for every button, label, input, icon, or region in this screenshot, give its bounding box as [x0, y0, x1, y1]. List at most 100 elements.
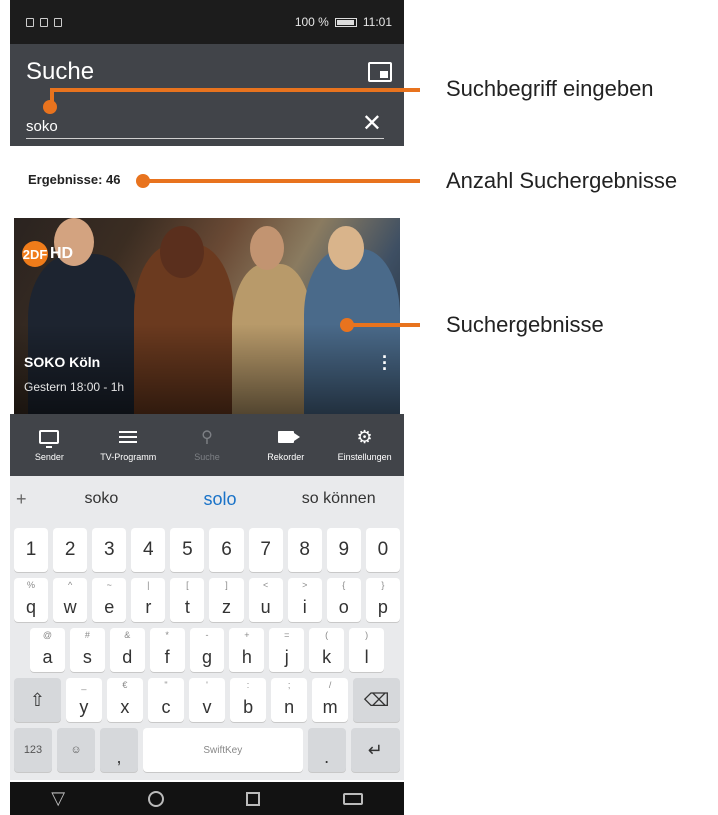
nav-label: Einstellungen	[337, 452, 392, 462]
key-k[interactable]: (k	[309, 628, 345, 672]
key-label: r	[145, 597, 152, 617]
key-q[interactable]: % q	[14, 578, 49, 622]
key-alt-label: =	[284, 630, 290, 640]
backspace-key[interactable]: ⌫	[353, 678, 401, 722]
callout-line-results	[347, 323, 420, 327]
key-v[interactable]: ' v	[189, 678, 226, 722]
key-x[interactable]: € x	[106, 678, 143, 722]
key-8[interactable]: 8	[287, 528, 322, 572]
channel-logo: 2DF HD	[22, 241, 73, 267]
key-0[interactable]: 0	[365, 528, 400, 572]
key-alt-label: ]	[225, 580, 228, 590]
nav-sender[interactable]: Sender	[10, 414, 89, 476]
numbers-toggle-key[interactable]: 123	[14, 728, 52, 772]
key-label: m	[322, 697, 338, 717]
key-alt-label: )	[365, 630, 369, 640]
key-label: v	[202, 697, 212, 717]
key-r[interactable]: | r	[131, 578, 166, 622]
key-b[interactable]: :b	[230, 678, 267, 722]
key-d[interactable]: & d	[109, 628, 145, 672]
space-key[interactable]: SwiftKey	[143, 728, 303, 772]
nav-rekorder[interactable]: Rekorder	[246, 414, 325, 476]
key-e[interactable]: ~ e	[92, 578, 127, 622]
suggestion-main[interactable]: solo	[161, 489, 280, 510]
status-icons	[26, 17, 62, 27]
key-f[interactable]: * f	[149, 628, 185, 672]
wifi-icon	[40, 17, 48, 27]
suggestion[interactable]: soko	[42, 490, 161, 508]
home-icon[interactable]	[147, 790, 164, 807]
cast-icon[interactable]	[368, 62, 392, 82]
key-9[interactable]: 9	[326, 528, 361, 572]
clock: 11:01	[362, 15, 392, 29]
channel-badge: 2DF	[22, 241, 48, 267]
key-j[interactable]: = j	[269, 628, 305, 672]
key-o[interactable]: {o	[326, 578, 361, 622]
number-row: 1234567890	[10, 528, 404, 572]
key-t[interactable]: [t	[170, 578, 205, 622]
key-g[interactable]: -g	[189, 628, 225, 672]
search-result-card[interactable]: 2DF HD SOKO Köln Gestern 18:00 - 1h · · ·	[14, 218, 400, 414]
key-n[interactable]: ; n	[271, 678, 308, 722]
plus-icon[interactable]: +	[16, 489, 42, 510]
key-alt-label: @	[42, 630, 52, 640]
key-alt-label: (	[325, 630, 329, 640]
callout-line-search	[50, 90, 54, 108]
more-options-icon[interactable]: · · ·	[382, 348, 388, 378]
search-icon: ⚲	[201, 429, 213, 446]
key-y[interactable]: _ y	[65, 678, 102, 722]
comma-key[interactable]: ,	[100, 728, 138, 772]
status-right: 100 % 11:01	[295, 15, 392, 29]
comma-label: ,	[116, 747, 122, 767]
close-icon[interactable]: ✕	[362, 112, 382, 136]
key-alt-label: &	[124, 630, 131, 640]
key-label: n	[284, 697, 295, 717]
key-2[interactable]: 2	[53, 528, 88, 572]
search-input[interactable]	[26, 114, 346, 138]
key-alt-label: ;	[287, 680, 291, 690]
key-m[interactable]: / m	[312, 678, 349, 722]
status-bar: 100 % 11:01	[10, 0, 404, 44]
key-label: e	[104, 597, 115, 617]
shift-key[interactable]: ⇧	[14, 678, 61, 722]
nav-einstellungen[interactable]: ⚙ Einstellungen	[325, 414, 404, 476]
system-nav: ▽	[10, 782, 404, 815]
period-key[interactable]: .	[307, 728, 346, 772]
key-c[interactable]: " c	[147, 678, 184, 722]
key-label: u	[260, 597, 271, 617]
key-4[interactable]: 4	[131, 528, 166, 572]
keyboard-icon[interactable]	[342, 792, 363, 805]
key-h[interactable]: + h	[229, 628, 265, 672]
back-icon[interactable]: ▽	[51, 788, 65, 809]
suggestion[interactable]: so können	[279, 490, 398, 508]
key-p[interactable]: } p	[365, 578, 400, 622]
key-3[interactable]: 3	[92, 528, 127, 572]
emoji-icon[interactable]: ☺	[57, 728, 95, 772]
key-alt-label: {	[342, 580, 346, 590]
nav-suche[interactable]: ⚲ Suche	[168, 414, 247, 476]
key-i[interactable]: > i	[287, 578, 322, 622]
enter-key[interactable]: ↵	[350, 728, 400, 772]
nav-tv-programm[interactable]: TV-Programm	[89, 414, 168, 476]
key-alt-label: ~	[106, 580, 112, 590]
app-bar: Suche ✕	[10, 44, 404, 146]
key-7[interactable]: 7	[248, 528, 283, 572]
key-u[interactable]: < u	[248, 578, 283, 622]
key-alt-label: *	[165, 630, 169, 640]
result-title: SOKO Köln	[24, 354, 101, 370]
key-label: p	[377, 597, 388, 617]
recents-icon[interactable]	[246, 791, 261, 806]
key-5[interactable]: 5	[170, 528, 205, 572]
key-s[interactable]: # s	[69, 628, 105, 672]
key-alt-label: ^	[68, 580, 73, 590]
key-w[interactable]: ^ w	[53, 578, 88, 622]
key-6[interactable]: 6	[209, 528, 244, 572]
key-alt-label: |	[147, 580, 150, 590]
key-label: s	[82, 647, 92, 667]
key-l[interactable]: ) l	[349, 628, 385, 672]
key-z[interactable]: ] z	[209, 578, 244, 622]
keyboard: + soko solo so können 1234567890 % q ^ w ~ e |…	[10, 476, 404, 780]
nav-label: TV-Programm	[100, 452, 157, 462]
key-1[interactable]: 1	[14, 528, 49, 572]
key-a[interactable]: @ a	[30, 628, 65, 672]
